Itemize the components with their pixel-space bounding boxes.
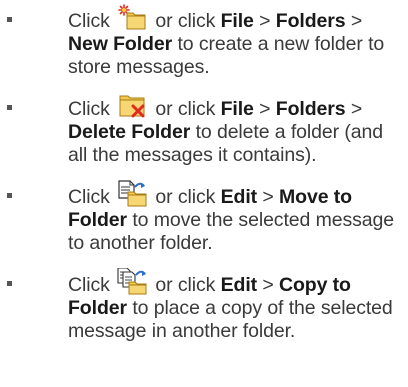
item-text: Click or click File > Folders > Delete F… <box>68 92 398 167</box>
menu-file: File <box>220 10 254 32</box>
click-word: Click <box>68 98 110 120</box>
bullet <box>7 281 12 286</box>
menu-edit: Edit <box>220 274 258 296</box>
separator: > <box>259 98 271 120</box>
or-click-text: or click <box>155 10 216 32</box>
separator: > <box>350 98 363 120</box>
item-text: Click <box>68 180 398 255</box>
or-click-text: or click <box>155 274 216 296</box>
move-to-folder-icon <box>117 180 147 207</box>
bullet <box>7 105 12 110</box>
menu-delete-folder: Delete Folder <box>68 121 191 143</box>
menu-new-folder: New Folder <box>68 33 173 55</box>
delete-folder-icon <box>117 92 147 119</box>
bullet <box>7 17 12 22</box>
or-click-text: or click <box>155 186 216 208</box>
new-folder-icon <box>117 4 147 31</box>
menu-file: File <box>220 98 254 120</box>
menu-folders: Folders <box>275 98 346 120</box>
separator: > <box>259 10 271 32</box>
bullet <box>7 193 12 198</box>
item-text: Click or click File > Folders > New Fold… <box>68 4 398 79</box>
menu-folders: Folders <box>275 10 346 32</box>
separator: > <box>262 186 274 208</box>
item-text: Click <box>68 268 398 343</box>
or-click-text: or click <box>155 98 216 120</box>
separator: > <box>262 274 274 296</box>
separator: > <box>350 10 363 32</box>
menu-edit: Edit <box>220 186 258 208</box>
click-word: Click <box>68 10 110 32</box>
click-word: Click <box>68 274 110 296</box>
copy-to-folder-icon <box>117 268 147 295</box>
click-word: Click <box>68 186 110 208</box>
